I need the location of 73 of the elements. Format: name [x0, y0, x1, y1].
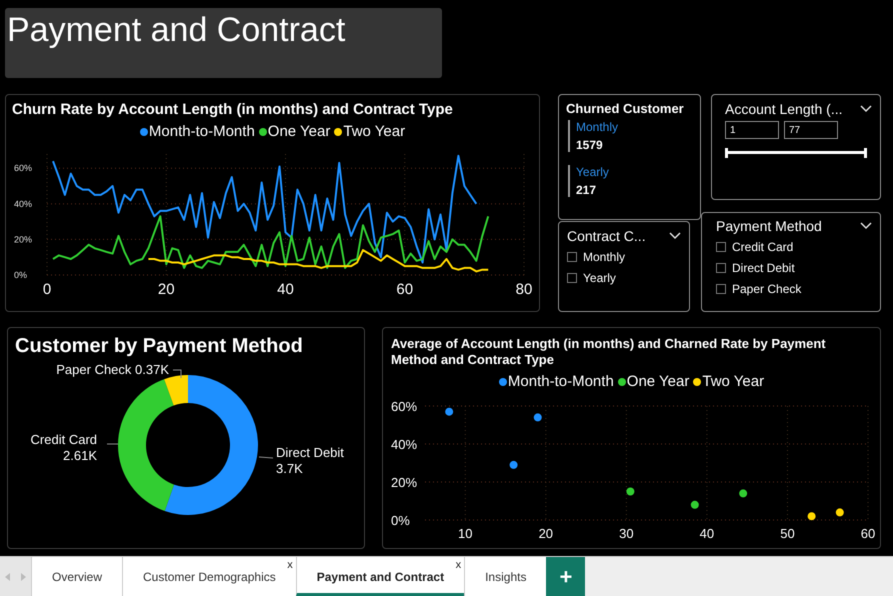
axis-label: 40 [277, 281, 294, 298]
axis-label: 20% [14, 234, 32, 244]
scatter-point [836, 508, 844, 516]
scatter-point [626, 488, 634, 496]
chart-title: Churn Rate by Account Length (in months) and Contract Type [11, 100, 454, 118]
data-label: Paper Check 0.37K [56, 362, 169, 377]
scatter-point [510, 460, 518, 469]
scatter-point [808, 512, 816, 520]
page-tab[interactable]: Overview [31, 557, 122, 596]
option-label: Yearly [583, 271, 616, 286]
checkbox[interactable] [567, 252, 577, 262]
checkbox[interactable] [716, 284, 726, 294]
legend-label: Month-to-Month [508, 373, 614, 390]
chart-title: Customer by Payment Method [14, 334, 304, 358]
range-slider[interactable] [725, 148, 867, 158]
checkbox[interactable] [716, 263, 726, 274]
chevron-down-icon[interactable] [860, 105, 872, 113]
axis-label: 60% [391, 399, 418, 414]
data-label: Direct Debit [276, 445, 344, 460]
scatter-point [534, 413, 542, 422]
scatter-point [739, 489, 748, 498]
axis-label: 0% [391, 513, 410, 528]
axis-label: 40% [391, 437, 418, 452]
axis-label: 60 [860, 526, 876, 541]
checkbox[interactable] [567, 273, 577, 284]
option-label: Direct Debit [732, 261, 795, 276]
chevron-down-icon[interactable] [860, 222, 872, 230]
axis-label: 0% [14, 270, 28, 280]
add-tab-button[interactable]: + [546, 557, 586, 596]
page-tab[interactable]: Insights [464, 557, 546, 596]
kpi-value: 217 [576, 183, 598, 197]
kpi-label: Monthly [576, 120, 620, 134]
axis-label: 60 [396, 281, 414, 298]
axis-label: 60% [14, 163, 32, 174]
kpi-label: Yearly [576, 165, 610, 179]
axis-label: 20% [391, 475, 418, 490]
option-label: Monthly [583, 250, 626, 264]
data-label: 2.61K [63, 448, 97, 463]
data-label: 3.7K [276, 461, 303, 476]
option-label: Credit Card [732, 240, 794, 254]
filter-title: Contract C... [567, 228, 646, 244]
page-title: Payment and Contract [5, 8, 442, 78]
axis-label: 80 [516, 281, 532, 298]
chevron-down-icon[interactable] [669, 232, 681, 240]
legend-label: Two Year [702, 373, 764, 390]
card-title: Churned Customer [566, 101, 685, 116]
close-icon[interactable]: x [456, 559, 462, 571]
close-icon[interactable]: x [287, 559, 293, 571]
data-label: Credit Card [30, 432, 97, 447]
chart-title: Average of Account Length (in months) and Charned Rate by Payment Method and Contract Type [390, 335, 827, 368]
legend-label: One Year [626, 373, 690, 390]
axis-label: 0 [42, 281, 52, 298]
scatter-point [690, 500, 699, 509]
input-field[interactable]: 77 [784, 121, 838, 139]
axis-label: 40 [700, 526, 714, 541]
page-tab[interactable]: Customer Demographics x [122, 557, 296, 596]
axis-label: 40% [14, 198, 32, 209]
legend-label: Two Year [343, 123, 406, 140]
axis-label: 10 [458, 526, 472, 541]
legend-label: One Year [268, 123, 330, 140]
scatter-point [445, 408, 454, 416]
filter-title: Account Length (... [725, 101, 843, 117]
kpi-value: 1579 [576, 138, 604, 152]
axis-label: 50 [780, 526, 795, 541]
axis-label: 30 [619, 526, 634, 541]
axis-label: 20 [158, 281, 175, 298]
input-field[interactable]: 1 [725, 121, 779, 139]
legend-label: Month-to-Month [148, 123, 255, 140]
axis-label: 20 [538, 526, 554, 541]
filter-title: Payment Method [716, 218, 822, 234]
page-tab[interactable]: Payment and Contract x [296, 557, 464, 596]
checkbox[interactable] [716, 242, 726, 252]
option-label: Paper Check [732, 282, 802, 296]
